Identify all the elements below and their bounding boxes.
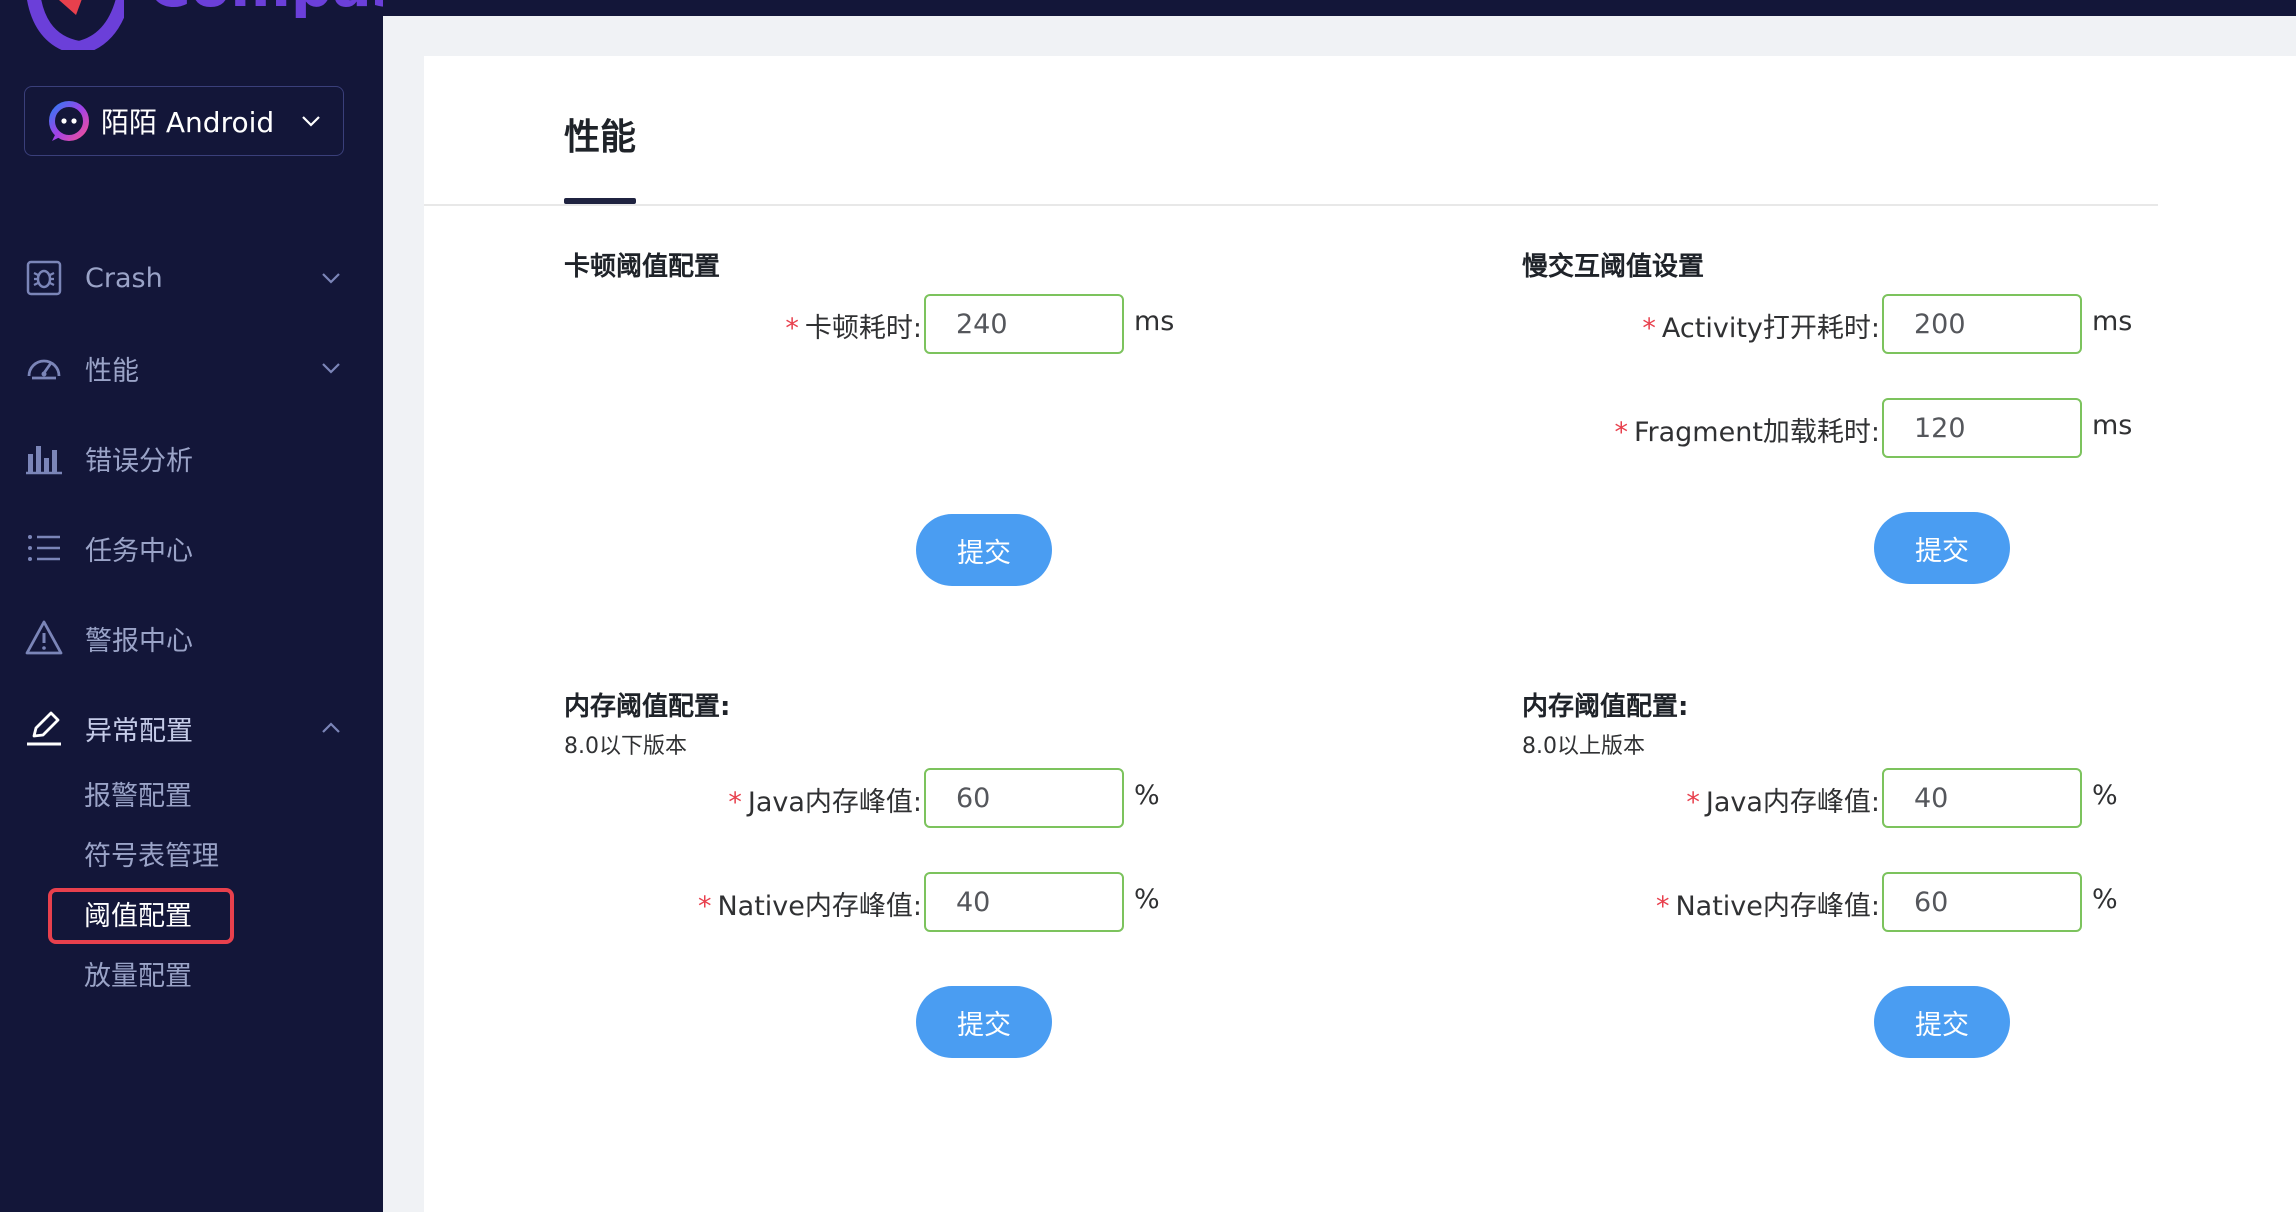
submenu-rollout-config[interactable]: 放量配置 — [84, 953, 192, 1001]
sidebar-item-label: Crash — [85, 262, 163, 294]
pen-icon — [27, 711, 61, 746]
bug-icon — [26, 260, 62, 296]
sidebar-item-task-center[interactable]: 任务中心 — [0, 513, 383, 583]
logo: Compass — [0, 0, 441, 50]
tab-performance[interactable]: 性能 — [564, 108, 636, 160]
main-panel — [424, 56, 2296, 1212]
field-label-native-memory: * Native内存峰值: — [697, 891, 922, 922]
sidebar-item-exception-config[interactable]: 异常配置 — [0, 693, 383, 763]
sidebar-item-error-analysis[interactable]: 错误分析 — [0, 423, 383, 493]
lag-submit-button[interactable]: 提交 — [916, 514, 1052, 586]
java-memory-input-above[interactable] — [1882, 768, 2082, 828]
field-label-native-memory: * Native内存峰值: — [1655, 891, 1880, 922]
sidebar-item-label: 错误分析 — [85, 445, 193, 477]
native-memory-input-below[interactable] — [924, 872, 1124, 932]
list-icon — [28, 535, 60, 561]
section-title-memory-below: 内存阈值配置: — [564, 692, 731, 722]
compass-logo-icon — [27, 0, 124, 50]
sidebar-item-label: 任务中心 — [85, 535, 193, 567]
app-name: 陌陌 Android — [101, 106, 275, 139]
field-label-fragment-time: * Fragment加载耗时: — [1614, 417, 1880, 448]
unit-label: % — [1134, 884, 1160, 915]
field-label-lag-time: * 卡顿耗时: — [785, 313, 922, 344]
section-title-slow-interaction: 慢交互阈值设置 — [1522, 252, 1705, 282]
required-mark: * — [728, 787, 742, 818]
required-mark: * — [785, 313, 799, 344]
field-label-activity-time: * Activity打开耗时: — [1642, 313, 1880, 344]
bar-chart-icon — [26, 446, 62, 475]
sidebar-item-label: 性能 — [85, 355, 139, 387]
speedometer-icon — [27, 359, 61, 380]
required-mark: * — [1614, 417, 1628, 448]
chevron-down-icon — [302, 116, 320, 127]
sidebar: Compass 陌陌 Android Crash — [0, 0, 441, 1212]
unit-label: ms — [1134, 306, 1175, 337]
activity-time-input[interactable] — [1882, 294, 2082, 354]
sidebar-item-alert-center[interactable]: 警报中心 — [0, 603, 383, 673]
native-memory-input-above[interactable] — [1882, 872, 2082, 932]
unit-label: ms — [2092, 410, 2133, 441]
java-memory-input-below[interactable] — [924, 768, 1124, 828]
sidebar-item-label: 异常配置 — [85, 715, 193, 747]
fragment-time-input[interactable] — [1882, 398, 2082, 458]
tab-divider — [424, 204, 2158, 206]
required-mark: * — [697, 891, 712, 922]
app-logo-icon — [49, 101, 89, 141]
highlight-annotation — [48, 888, 234, 944]
lag-time-input[interactable] — [924, 294, 1124, 354]
sidebar-item-crash[interactable]: Crash — [0, 243, 383, 313]
required-mark: * — [1642, 313, 1656, 344]
unit-label: % — [2092, 780, 2118, 811]
section-title-lag: 卡顿阈值配置 — [564, 252, 721, 282]
unit-label: ms — [2092, 306, 2133, 337]
unit-label: % — [1134, 780, 1160, 811]
section-title-memory-above: 内存阈值配置: — [1522, 692, 1689, 722]
topbar — [383, 0, 2296, 16]
submenu-alarm-config[interactable]: 报警配置 — [84, 773, 192, 821]
chevron-up-icon — [322, 722, 340, 733]
memory-below-submit-button[interactable]: 提交 — [916, 986, 1052, 1058]
section-subtitle-memory-above: 8.0以上版本 — [1522, 734, 1645, 759]
field-label-java-memory: * Java内存峰值: — [1686, 787, 1880, 818]
field-label-java-memory: * Java内存峰值: — [728, 787, 922, 818]
sidebar-item-label: 警报中心 — [85, 625, 193, 657]
memory-above-submit-button[interactable]: 提交 — [1874, 986, 2010, 1058]
app-selector[interactable]: 陌陌 Android — [24, 86, 344, 156]
warning-icon — [25, 620, 63, 655]
sidebar-item-performance[interactable]: 性能 — [0, 333, 383, 403]
chevron-down-icon — [322, 273, 340, 284]
section-subtitle-memory-below: 8.0以下版本 — [564, 734, 687, 759]
chevron-down-icon — [322, 363, 340, 374]
required-mark: * — [1686, 787, 1700, 818]
submenu-symbol-table[interactable]: 符号表管理 — [84, 833, 219, 881]
unit-label: % — [2092, 884, 2118, 915]
required-mark: * — [1655, 891, 1670, 922]
slow-submit-button[interactable]: 提交 — [1874, 512, 2010, 584]
